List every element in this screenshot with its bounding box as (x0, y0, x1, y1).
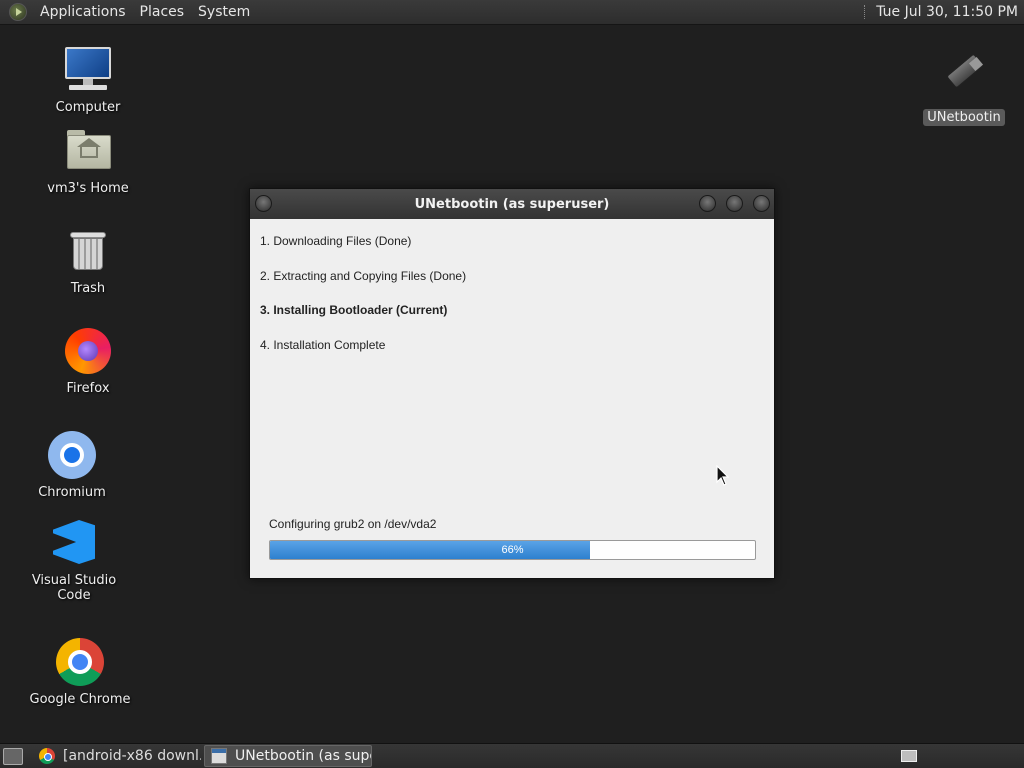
status-text: Configuring grub2 on /dev/vda2 (269, 517, 437, 531)
desktop-icon-label: Google Chrome (29, 692, 131, 707)
workspace-switcher-icon[interactable] (901, 750, 917, 762)
taskbar-item-label: UNetbootin (as supe... (235, 748, 371, 764)
desktop-icon-trash[interactable]: Trash (28, 226, 148, 297)
vscode-icon (49, 518, 99, 568)
unetbootin-icon (939, 53, 989, 105)
menu-places[interactable]: Places (133, 0, 192, 25)
window-icon (211, 748, 227, 764)
taskbar: [android-x86 downl... UNetbootin (as sup… (0, 743, 1024, 768)
desktop-icon-label: Chromium (38, 485, 106, 500)
firefox-icon (63, 326, 113, 376)
desktop-icon-label: Firefox (66, 381, 110, 396)
unetbootin-window: UNetbootin (as superuser) 1. Downloading… (249, 188, 775, 579)
step-3-label: 3. Installing Bootloader (Current) (260, 303, 448, 317)
computer-icon (63, 45, 113, 95)
progress-label: 66% (501, 544, 524, 556)
trash-icon (63, 226, 113, 276)
chromium-icon (47, 430, 97, 480)
desktop-icon-unetbootin[interactable]: UNetbootin (904, 53, 1024, 126)
top-panel: Applications Places System Tue Jul 30, 1… (0, 0, 1024, 25)
window-menu-button[interactable] (255, 195, 272, 212)
maximize-button[interactable] (726, 195, 743, 212)
desktop-icon-label: vm3's Home (47, 181, 129, 196)
mouse-cursor-icon (716, 465, 730, 486)
panel-separator (864, 5, 866, 19)
home-folder-icon (63, 126, 113, 176)
step-1-label: 1. Downloading Files (Done) (260, 234, 412, 248)
clock[interactable]: Tue Jul 30, 11:50 PM (876, 4, 1018, 20)
desktop-icon-home[interactable]: vm3's Home (28, 126, 148, 197)
desktop-icon-google-chrome[interactable]: Google Chrome (20, 637, 140, 708)
window-titlebar[interactable]: UNetbootin (as superuser) (250, 189, 774, 219)
desktop-icon-label: Computer (55, 100, 121, 115)
desktop-icon-label: Trash (70, 281, 106, 296)
desktop-icon-chromium[interactable]: Chromium (12, 430, 132, 501)
minimize-button[interactable] (699, 195, 716, 212)
show-desktop-icon[interactable] (3, 747, 23, 765)
desktop-icon-label: Visual Studio Code (31, 573, 117, 603)
desktop-icon-label: UNetbootin (923, 109, 1005, 126)
step-4-label: 4. Installation Complete (260, 338, 386, 352)
taskbar-item-unetbootin[interactable]: UNetbootin (as supe... (204, 745, 372, 767)
step-2-label: 2. Extracting and Copying Files (Done) (260, 269, 467, 283)
desktop-icon-firefox[interactable]: Firefox (28, 326, 148, 397)
main-menu-logo-icon[interactable] (9, 3, 27, 21)
menu-system[interactable]: System (191, 0, 257, 25)
window-title: UNetbootin (as superuser) (414, 196, 610, 212)
chrome-icon (55, 637, 105, 687)
clock-area: Tue Jul 30, 11:50 PM (864, 4, 1024, 20)
progress-bar: 66% (269, 540, 756, 560)
desktop-icon-computer[interactable]: Computer (28, 45, 148, 116)
close-button[interactable] (753, 195, 770, 212)
chrome-icon (39, 748, 55, 764)
desktop-icon-vscode[interactable]: Visual Studio Code (14, 518, 134, 604)
taskbar-item-label: [android-x86 downl... (63, 748, 201, 764)
menu-applications[interactable]: Applications (33, 0, 133, 25)
taskbar-item-chrome[interactable]: [android-x86 downl... (33, 745, 201, 767)
